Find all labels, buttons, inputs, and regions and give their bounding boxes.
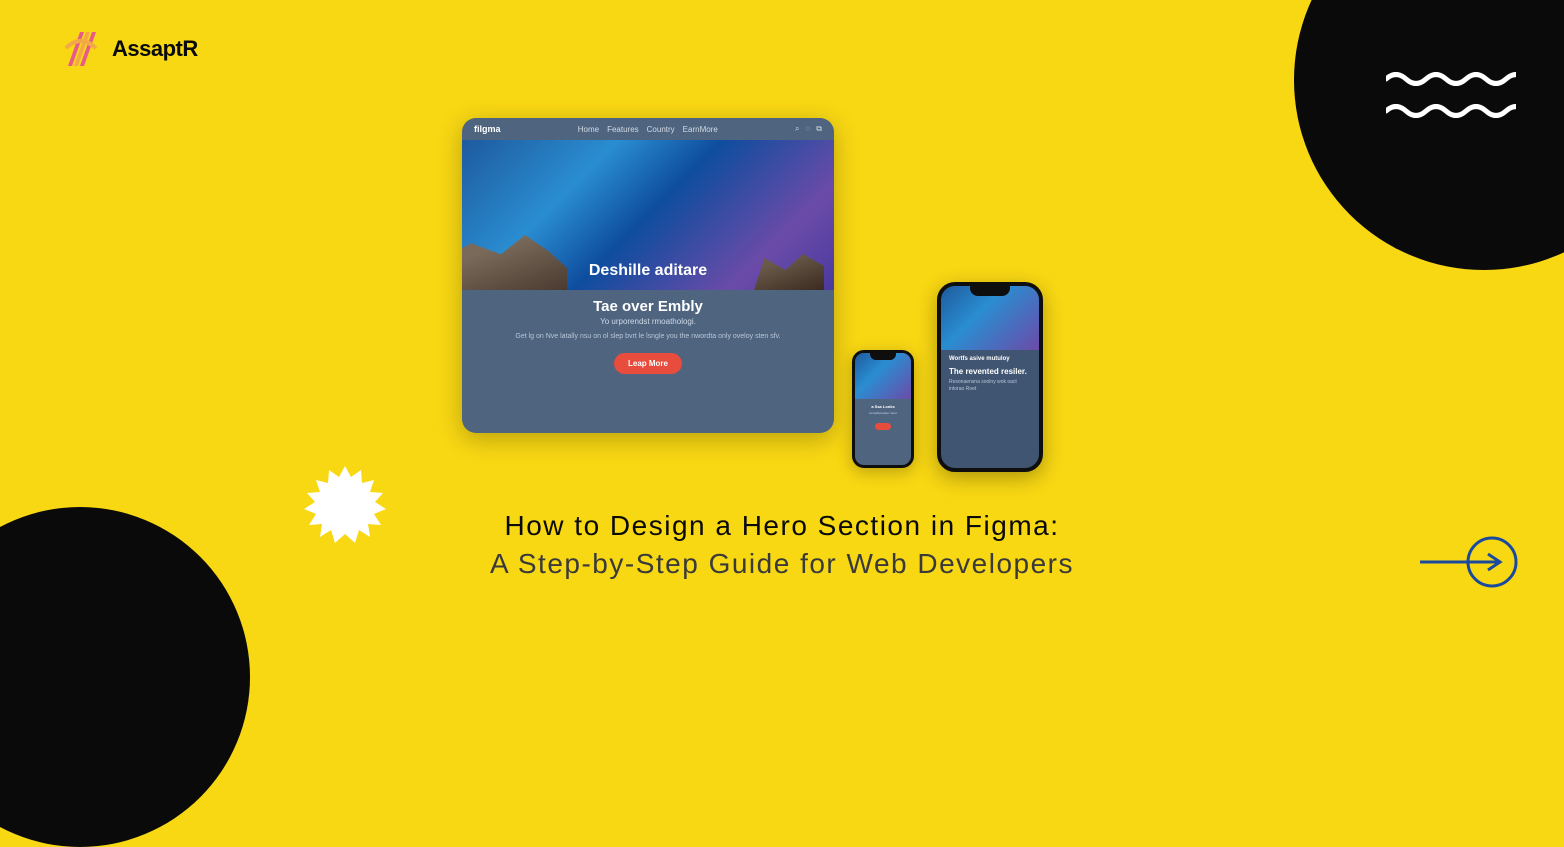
mockup-nav-icons: ⌕ ◌ ⧉ xyxy=(795,124,822,134)
nav-link: Features xyxy=(607,125,639,134)
decorative-circle-top-right xyxy=(1294,0,1564,270)
phone-notch xyxy=(970,286,1010,296)
decorative-circle-bottom-left xyxy=(0,507,250,847)
device-mockups: filgma Home Features Country EarnMore ⌕ … xyxy=(462,118,1102,478)
desktop-mockup: filgma Home Features Country EarnMore ⌕ … xyxy=(462,118,834,433)
phone-sm-title: a Ssa Lonks xyxy=(859,404,907,409)
starburst-icon xyxy=(304,464,386,546)
phone-large-mockup: Wortfs asive mutuloy The revented resile… xyxy=(937,282,1043,472)
nav-link: EarnMore xyxy=(683,125,718,134)
mockup-nav-brand: filgma xyxy=(474,124,501,134)
mockup-cta-button: Leap More xyxy=(614,353,682,374)
search-icon: ⌕ xyxy=(795,124,799,134)
wave-decoration xyxy=(1386,72,1516,118)
nav-link: Home xyxy=(578,125,599,134)
mockup-hero-image: Deshille aditare xyxy=(462,140,834,290)
mockup-nav-links: Home Features Country EarnMore xyxy=(578,125,718,134)
page-headline: How to Design a Hero Section in Figma: A… xyxy=(332,510,1232,580)
logo-icon xyxy=(60,28,102,70)
cart-icon: ⧉ xyxy=(816,124,822,134)
brand-name: AssaptR xyxy=(112,36,198,62)
nav-link: Country xyxy=(647,125,675,134)
user-icon: ◌ xyxy=(806,124,811,134)
mockup-body-subtitle: Yo urporendst rmoathologi. xyxy=(484,317,812,326)
headline-line-1: How to Design a Hero Section in Figma: xyxy=(332,510,1232,542)
phone-notch xyxy=(870,353,896,360)
brand-logo: AssaptR xyxy=(60,28,198,70)
wave-icon xyxy=(1386,72,1516,86)
phone-lg-copy: Resonaensna soolny wok oact intorao Roet xyxy=(949,379,1031,393)
headline-line-2: A Step-by-Step Guide for Web Developers xyxy=(332,548,1232,580)
phone-small-mockup: a Ssa Lonks bempDynuane rnool xyxy=(852,350,914,468)
mockup-hero-title: Deshille aditare xyxy=(462,262,834,280)
mockup-body-title: Tae over Embly xyxy=(484,298,812,315)
wave-icon xyxy=(1386,104,1516,118)
phone-lg-eyebrow: Wortfs asive mutuloy xyxy=(949,356,1031,363)
mockup-body-copy: Get lg on Nve latally nsu on ol slep bvr… xyxy=(484,332,812,343)
phone-sm-cta xyxy=(875,423,891,430)
phone-sm-subtitle: bempDynuane rnool xyxy=(859,411,907,415)
mockup-body: Tae over Embly Yo urporendst rmoathologi… xyxy=(462,290,834,374)
arrow-circle-icon xyxy=(1420,532,1520,597)
mockup-nav: filgma Home Features Country EarnMore ⌕ … xyxy=(462,118,834,140)
phone-lg-title: The revented resiler. xyxy=(949,367,1031,377)
